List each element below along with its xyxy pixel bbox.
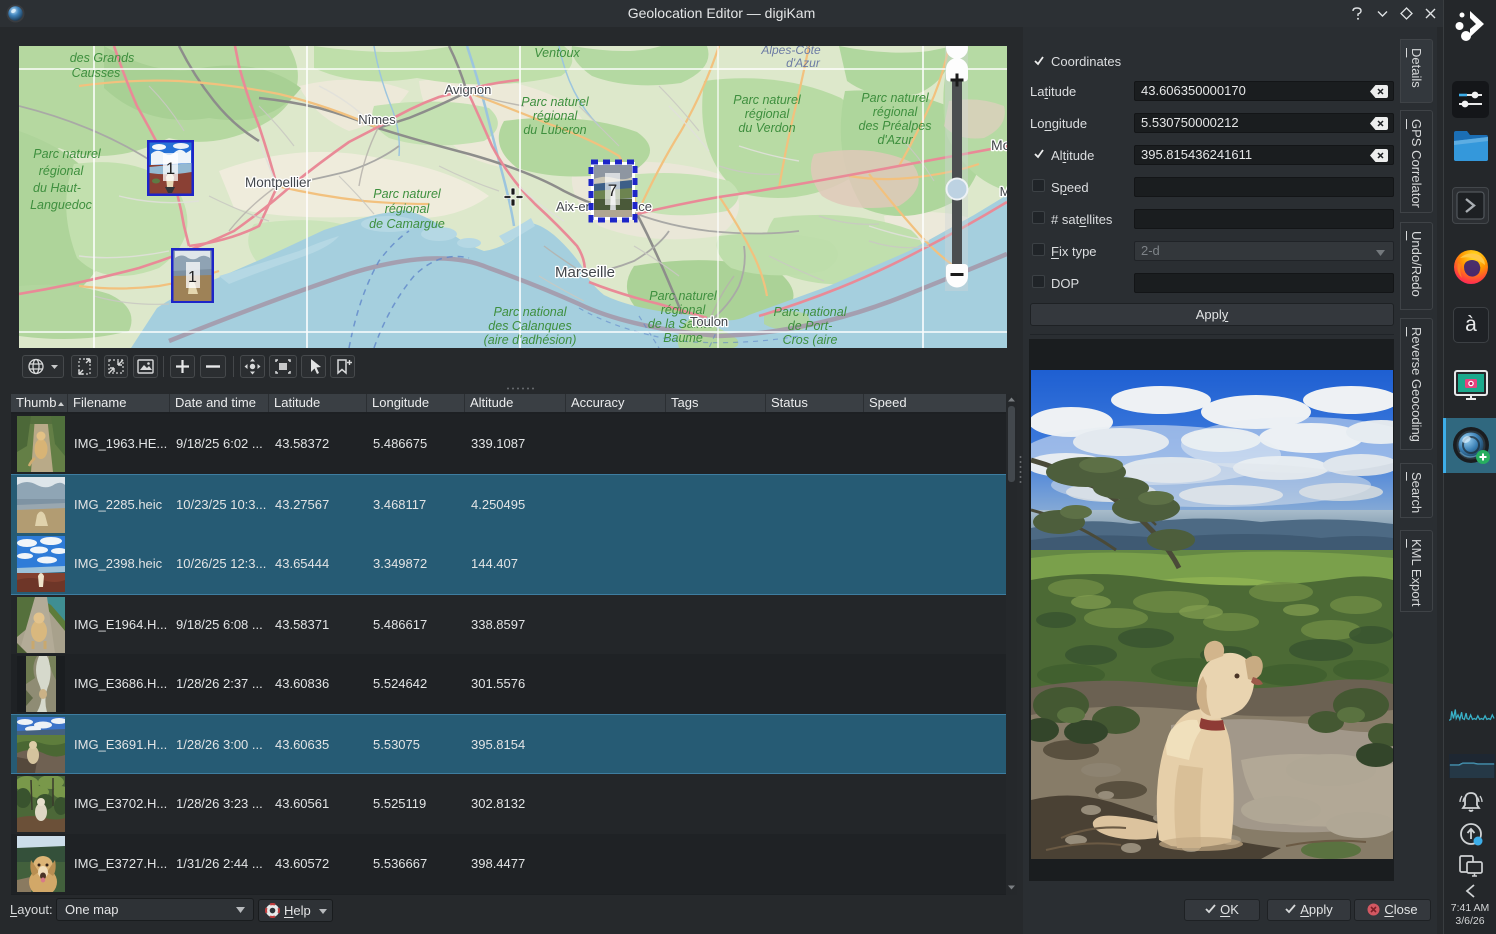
svg-text:régional: régional — [385, 202, 431, 216]
svg-text:(aire d'adhésion): (aire d'adhésion) — [484, 333, 577, 347]
svg-text:Mor: Mor — [991, 137, 1007, 153]
svg-text:Baume: Baume — [663, 331, 703, 345]
svg-text:des Préalpes: des Préalpes — [859, 119, 932, 133]
svg-text:Avignon: Avignon — [445, 82, 492, 97]
svg-text:Nîmes: Nîmes — [358, 112, 396, 127]
svg-text:d'Azur: d'Azur — [786, 56, 821, 70]
svg-text:Montpellier: Montpellier — [245, 175, 312, 190]
svg-text:Cros (aire: Cros (aire — [783, 333, 838, 347]
svg-text:Languedoc: Languedoc — [30, 198, 93, 212]
svg-text:Parc national: Parc national — [494, 305, 568, 319]
svg-text:de Camargue: de Camargue — [369, 217, 445, 231]
svg-text:du Luberon: du Luberon — [523, 123, 586, 137]
svg-text:Marseille: Marseille — [555, 264, 615, 281]
svg-text:7: 7 — [608, 181, 617, 200]
svg-text:d'Azur: d'Azur — [877, 133, 913, 147]
svg-text:des Grands: des Grands — [70, 51, 135, 65]
svg-text:1: 1 — [166, 159, 175, 178]
svg-text:Causses: Causses — [72, 66, 121, 80]
svg-text:des Calanques: des Calanques — [488, 319, 571, 333]
svg-text:de Port-: de Port- — [788, 319, 832, 333]
svg-text:Parc naturel: Parc naturel — [861, 91, 930, 105]
svg-text:Ventoux: Ventoux — [534, 46, 580, 60]
svg-text:Parc naturel: Parc naturel — [521, 95, 590, 109]
svg-text:Toulon: Toulon — [690, 314, 728, 329]
svg-text:du Haut-: du Haut- — [33, 181, 81, 195]
svg-text:Parc naturel: Parc naturel — [373, 187, 442, 201]
svg-text:régional: régional — [745, 107, 791, 121]
svg-text:régional: régional — [39, 164, 85, 178]
svg-text:régional: régional — [873, 105, 919, 119]
svg-text:Parc naturel: Parc naturel — [649, 289, 718, 303]
svg-text:Parc national: Parc national — [774, 305, 848, 319]
svg-text:M: M — [1000, 184, 1007, 199]
svg-text:Parc naturel: Parc naturel — [33, 147, 102, 161]
svg-text:régional: régional — [533, 109, 579, 123]
svg-text:du Verdon: du Verdon — [738, 121, 795, 135]
svg-text:Parc naturel: Parc naturel — [733, 93, 802, 107]
svg-text:1: 1 — [188, 269, 197, 286]
